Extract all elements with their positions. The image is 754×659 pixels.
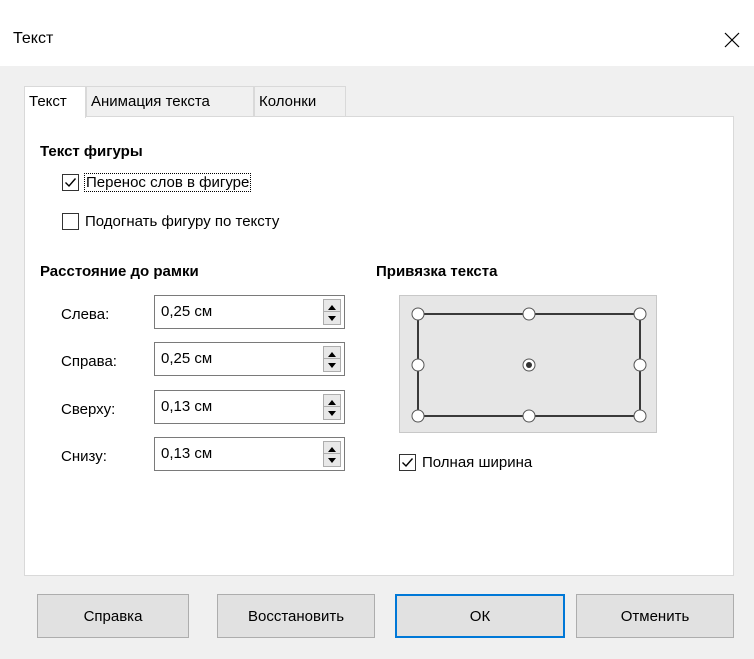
anchor-bottom-center[interactable]	[522, 409, 536, 423]
bottom-spacing-spin	[323, 441, 341, 467]
top-spacing-label: Сверху:	[61, 401, 116, 418]
word-wrap-option[interactable]: Перенос слов в фигуре	[62, 173, 252, 192]
anchor-middle-right[interactable]	[633, 358, 647, 372]
bottom-spacing-value[interactable]: 0,13 см	[161, 445, 212, 462]
help-button[interactable]: Справка	[37, 594, 189, 638]
tab-text[interactable]: Текст	[24, 86, 86, 118]
full-width-checkbox[interactable]	[399, 454, 416, 471]
anchor-bottom-right[interactable]	[633, 409, 647, 423]
anchor-frame	[411, 307, 647, 423]
window-title: Текст	[13, 30, 54, 47]
full-width-option[interactable]: Полная ширина	[399, 454, 532, 471]
word-wrap-label: Перенос слов в фигуре	[83, 173, 252, 192]
top-spacing-stepper[interactable]: 0,13 см	[154, 390, 345, 424]
anchor-middle-left[interactable]	[411, 358, 425, 372]
right-spacing-value[interactable]: 0,25 см	[161, 350, 212, 367]
fit-shape-checkbox[interactable]	[62, 213, 79, 230]
anchor-top-center[interactable]	[522, 307, 536, 321]
anchor-top-right[interactable]	[633, 307, 647, 321]
tab-text-animation[interactable]: Анимация текста	[86, 86, 254, 117]
left-spacing-stepper[interactable]: 0,25 см	[154, 295, 345, 329]
anchor-center-dot	[526, 362, 532, 368]
title-bar: Текст	[0, 0, 754, 66]
left-spacing-spin	[323, 299, 341, 325]
right-spacing-spin	[323, 346, 341, 372]
arrow-down-icon	[328, 363, 336, 368]
bottom-spacing-stepper[interactable]: 0,13 см	[154, 437, 345, 471]
top-spacing-value[interactable]: 0,13 см	[161, 398, 212, 415]
right-spacing-stepper[interactable]: 0,25 см	[154, 342, 345, 376]
left-spacing-label: Слева:	[61, 306, 110, 323]
arrow-down-icon	[328, 458, 336, 463]
left-spacing-down-button[interactable]	[324, 312, 340, 324]
tab-panel: Текст фигуры Перенос слов в фигуре Подог…	[24, 116, 734, 576]
top-spacing-down-button[interactable]	[324, 407, 340, 419]
text-anchor-heading: Привязка текста	[376, 263, 498, 280]
right-spacing-up-button[interactable]	[324, 347, 340, 359]
right-spacing-down-button[interactable]	[324, 359, 340, 371]
reset-button[interactable]: Восстановить	[217, 594, 375, 638]
fit-shape-option[interactable]: Подогнать фигуру по тексту	[62, 213, 279, 230]
bottom-spacing-label: Снизу:	[61, 448, 107, 465]
top-spacing-up-button[interactable]	[324, 395, 340, 407]
word-wrap-checkbox[interactable]	[62, 174, 79, 191]
right-spacing-label: Справа:	[61, 353, 117, 370]
full-width-label: Полная ширина	[422, 454, 533, 471]
checkmark-icon	[402, 458, 414, 468]
arrow-down-icon	[328, 316, 336, 321]
checkmark-icon	[65, 178, 77, 188]
cancel-button[interactable]: Отменить	[576, 594, 734, 638]
left-spacing-up-button[interactable]	[324, 300, 340, 312]
text-anchor-selector	[399, 295, 657, 433]
close-button[interactable]	[712, 22, 752, 58]
tab-columns[interactable]: Колонки	[254, 86, 346, 117]
close-icon	[724, 32, 740, 48]
top-spacing-spin	[323, 394, 341, 420]
spacing-heading: Расстояние до рамки	[40, 263, 199, 280]
ok-button[interactable]: ОК	[395, 594, 565, 638]
anchor-top-left[interactable]	[411, 307, 425, 321]
bottom-spacing-down-button[interactable]	[324, 454, 340, 466]
left-spacing-value[interactable]: 0,25 см	[161, 303, 212, 320]
arrow-down-icon	[328, 411, 336, 416]
anchor-bottom-left[interactable]	[411, 409, 425, 423]
bottom-spacing-up-button[interactable]	[324, 442, 340, 454]
shape-text-heading: Текст фигуры	[40, 143, 143, 160]
fit-shape-label: Подогнать фигуру по тексту	[85, 213, 280, 230]
